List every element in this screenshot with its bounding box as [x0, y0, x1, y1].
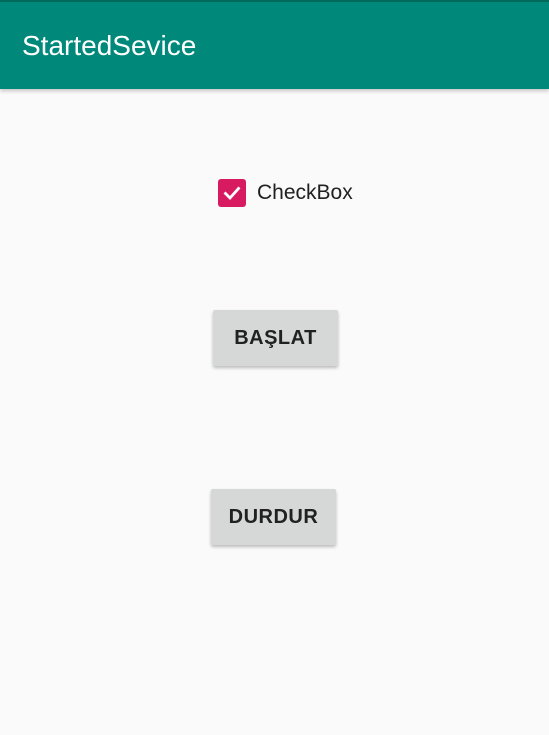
status-bar-edge	[0, 0, 549, 2]
start-button[interactable]: BAŞLAT	[213, 310, 338, 366]
app-toolbar: StartedSevice	[0, 0, 549, 89]
checkbox-label[interactable]: CheckBox	[257, 181, 353, 205]
app-title: StartedSevice	[22, 30, 197, 61]
checkbox-checked-icon[interactable]	[218, 178, 246, 207]
checkbox[interactable]: CheckBox	[218, 178, 353, 207]
check-icon	[223, 186, 241, 200]
app-screen: StartedSevice CheckBox BAŞLAT DURDUR	[0, 0, 549, 735]
stop-button[interactable]: DURDUR	[211, 489, 336, 545]
